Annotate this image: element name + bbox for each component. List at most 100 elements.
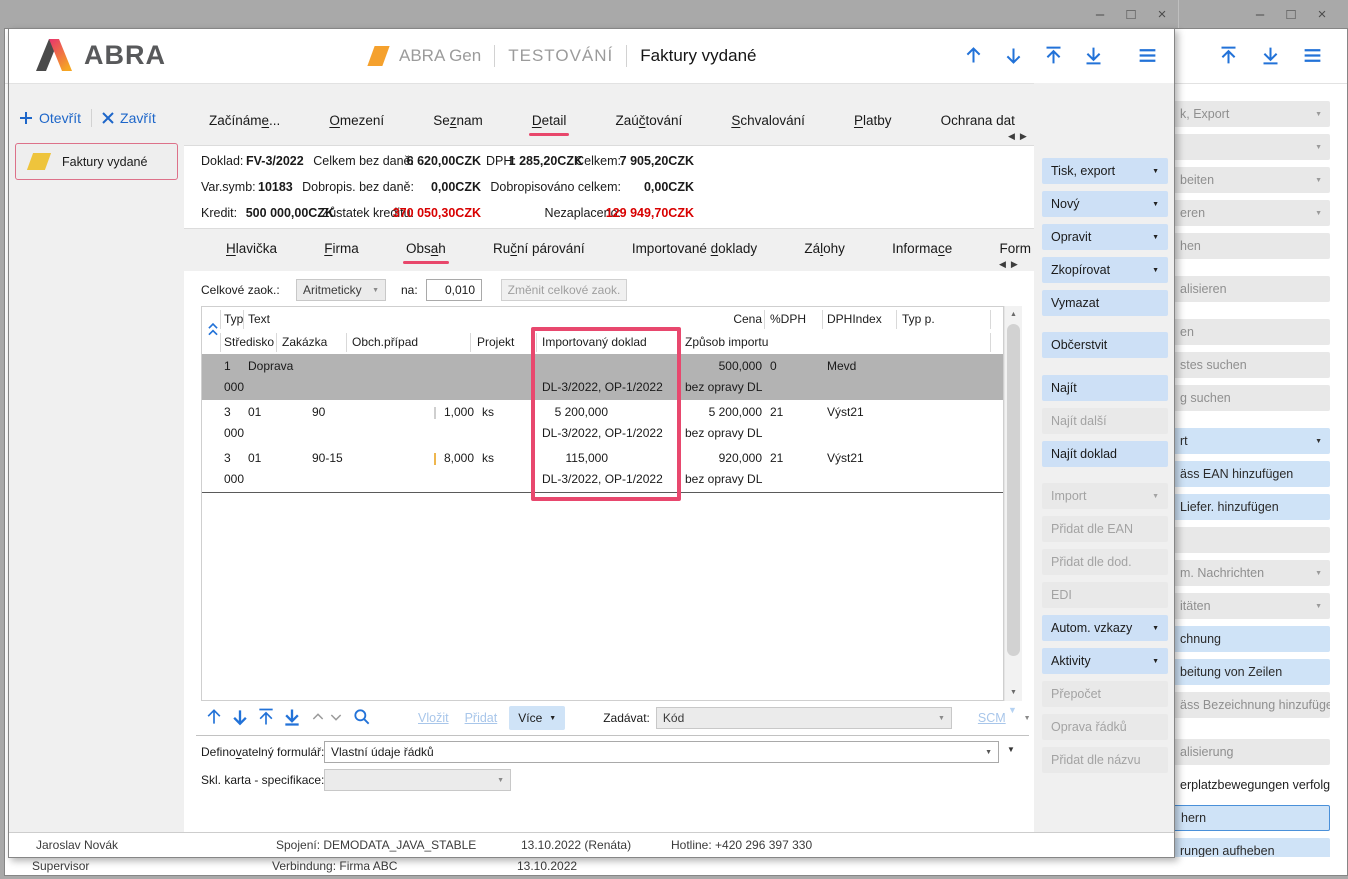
first-record-icon[interactable] [1043, 45, 1064, 69]
menu-icon[interactable] [1302, 45, 1323, 69]
tab-zaciname[interactable]: Začínáme... [209, 113, 280, 136]
plus-icon [19, 111, 33, 125]
maximize-icon[interactable]: □ [1123, 5, 1139, 25]
maximize-icon[interactable]: □ [1283, 5, 1299, 25]
row-first-icon[interactable] [256, 707, 276, 730]
background-button-beitung-von-zeilen[interactable]: beitung von Zeilen [1172, 659, 1330, 685]
sidebar-button-aktivity[interactable]: Aktivity▼ [1042, 648, 1168, 674]
col-header-typ[interactable]: Typ [224, 312, 243, 326]
dobropis-value: 0,00CZK [381, 180, 481, 194]
sidebar-button-opravit[interactable]: Opravit▼ [1042, 224, 1168, 250]
sidebar-button-novy[interactable]: Nový▼ [1042, 191, 1168, 217]
tab-rucni-parovani[interactable]: Ruční párování [493, 241, 585, 264]
tab-label-part: lavička [236, 241, 277, 256]
background-button-ass-ean-hinzufugen[interactable]: äss EAN hinzufügen [1172, 461, 1330, 487]
button-label: chnung [1180, 632, 1221, 646]
expand-icon[interactable] [328, 709, 344, 728]
search-icon[interactable] [352, 707, 372, 730]
agenda-item-faktury-vydane[interactable]: Faktury vydané [15, 143, 178, 180]
sidebar-button-tisk-export[interactable]: Tisk, export▼ [1042, 158, 1168, 184]
tab-seznam[interactable]: Seznam [433, 113, 483, 136]
celkem-value: 7 905,20CZK [592, 154, 694, 168]
more-button[interactable]: Více ▼ [509, 706, 565, 730]
status-hotline: Hotline: +420 296 397 330 [671, 838, 812, 852]
col-header-stredisko[interactable]: Středisko [224, 335, 274, 349]
sidebar-button-autom-vzkazy[interactable]: Autom. vzkazy▼ [1042, 615, 1168, 641]
entry-mode-value: Kód [663, 711, 684, 725]
col-header-cena[interactable]: Cena [662, 312, 762, 326]
tab-label-part: z [450, 113, 457, 128]
background-button-rt[interactable]: rt▼ [1172, 428, 1330, 454]
row-down-icon[interactable] [230, 707, 250, 730]
tab-detail[interactable]: Detail [532, 113, 567, 136]
grid-row-2[interactable]: 301901,000ks5 200,0005 200,00021Výst2100… [202, 400, 1003, 447]
row-up-icon[interactable] [204, 707, 224, 730]
scroll-to-bottom-icon[interactable] [1260, 45, 1281, 69]
sidebar-button-najit-doklad[interactable]: Najít doklad [1042, 441, 1168, 467]
col-header-text[interactable]: Text [248, 312, 270, 326]
chevron-down-icon[interactable]: ▼ [1024, 715, 1031, 722]
col-header-zpusob-importu[interactable]: Způsob importu [685, 335, 768, 349]
pager-right-icon[interactable]: ▶ [1011, 259, 1023, 269]
grid-toolbar: Vložit Přidat Více ▼ Zadávat: Kód ▼ SCM … [204, 705, 1031, 731]
definable-form-select[interactable]: Vlastní údaje řádků ▼ [324, 741, 999, 763]
sidebar-button-zkopirovat[interactable]: Zkopírovat▼ [1042, 257, 1168, 283]
col-header-dph[interactable]: %DPH [770, 312, 806, 326]
scrollbar-down-icon[interactable]: ▼ [1005, 684, 1022, 701]
col-header-obch-pripad[interactable]: Obch.případ [352, 335, 418, 349]
chevron-down-icon: ▼ [985, 749, 992, 756]
button-label: Import [1051, 489, 1086, 503]
previous-record-icon[interactable] [963, 45, 984, 69]
grid-row-1[interactable]: 1Doprava500,0000Mevd000DL-3/2022, OP-1/2… [202, 354, 1003, 401]
sidebar-button-vymazat[interactable]: Vymazat [1042, 290, 1168, 316]
minimize-icon[interactable]: – [1092, 5, 1108, 25]
tab-schvalovani[interactable]: Schvalování [731, 113, 805, 136]
button-label: äss EAN hinzufügen [1180, 467, 1293, 481]
col-header-dphindex[interactable]: DPHIndex [827, 312, 882, 326]
col-header-typ-p[interactable]: Typ p. [902, 312, 935, 326]
collapse-rows-icon[interactable] [206, 320, 220, 341]
sidebar-button-obcerstvit[interactable]: Občerstvit [1042, 332, 1168, 358]
tab-obsah[interactable]: Obsah [406, 241, 446, 264]
close-icon[interactable]: × [1314, 5, 1330, 25]
background-button-hern[interactable]: hern [1172, 805, 1330, 831]
row-last-icon[interactable] [282, 707, 302, 730]
grid-row-3[interactable]: 30190-158,000ks115,000920,00021Výst21000… [202, 446, 1003, 493]
col-header-projekt[interactable]: Projekt [477, 335, 514, 349]
background-button-chnung[interactable]: chnung [1172, 626, 1330, 652]
scrollbar-thumb[interactable] [1007, 324, 1020, 656]
scroll-to-top-icon[interactable] [1218, 45, 1239, 69]
minimize-icon[interactable]: – [1252, 5, 1268, 25]
tab-platby[interactable]: Platby [854, 113, 892, 136]
pager-left-icon[interactable]: ◀ [1008, 131, 1020, 141]
divider [626, 45, 627, 67]
sidebar-button-najit[interactable]: Najít [1042, 375, 1168, 401]
tab-informace[interactable]: Informace [892, 241, 952, 264]
background-button-liefer-hinzufugen[interactable]: Liefer. hinzufügen [1172, 494, 1330, 520]
background-button-erplatzbewegungen-verfolgen[interactable]: erplatzbewegungen verfolgen [1172, 772, 1330, 798]
pager-right-icon[interactable]: ▶ [1020, 131, 1032, 141]
col-header-zakazka[interactable]: Zakázka [282, 335, 327, 349]
menu-icon[interactable] [1137, 45, 1158, 69]
open-agenda-button[interactable]: Otevřít [19, 110, 81, 126]
button-label: Přidat dle EAN [1051, 522, 1133, 536]
tab-zauctovani[interactable]: Zaúčtování [615, 113, 682, 136]
close-agenda-button[interactable]: Zavřít [102, 110, 156, 126]
button-label: m. Nachrichten [1180, 566, 1264, 580]
tab-firma[interactable]: Firma [324, 241, 359, 264]
tab-ochrana-dat[interactable]: Ochrana dat [941, 113, 1015, 136]
scrollbar-up-icon[interactable]: ▲ [1005, 306, 1022, 323]
collapse-icon[interactable] [310, 709, 326, 728]
col-header-importovany-doklad[interactable]: Importovaný doklad [542, 335, 647, 349]
tab-hlavicka[interactable]: Hlavička [226, 241, 277, 264]
rounding-value-input[interactable]: 0,010 [426, 279, 482, 301]
pager-left-icon[interactable]: ◀ [999, 259, 1011, 269]
form-more-icon[interactable]: ▼ [1007, 745, 1015, 754]
tab-omezeni[interactable]: Omezení [329, 113, 384, 136]
tab-zalohy[interactable]: Zálohy [804, 241, 845, 264]
close-icon[interactable]: × [1154, 5, 1170, 25]
grid-vertical-scrollbar[interactable]: ▲ ▼ [1004, 306, 1022, 701]
last-record-icon[interactable] [1083, 45, 1104, 69]
next-record-icon[interactable] [1003, 45, 1024, 69]
tab-importovane-doklady[interactable]: Importované doklady [632, 241, 757, 264]
